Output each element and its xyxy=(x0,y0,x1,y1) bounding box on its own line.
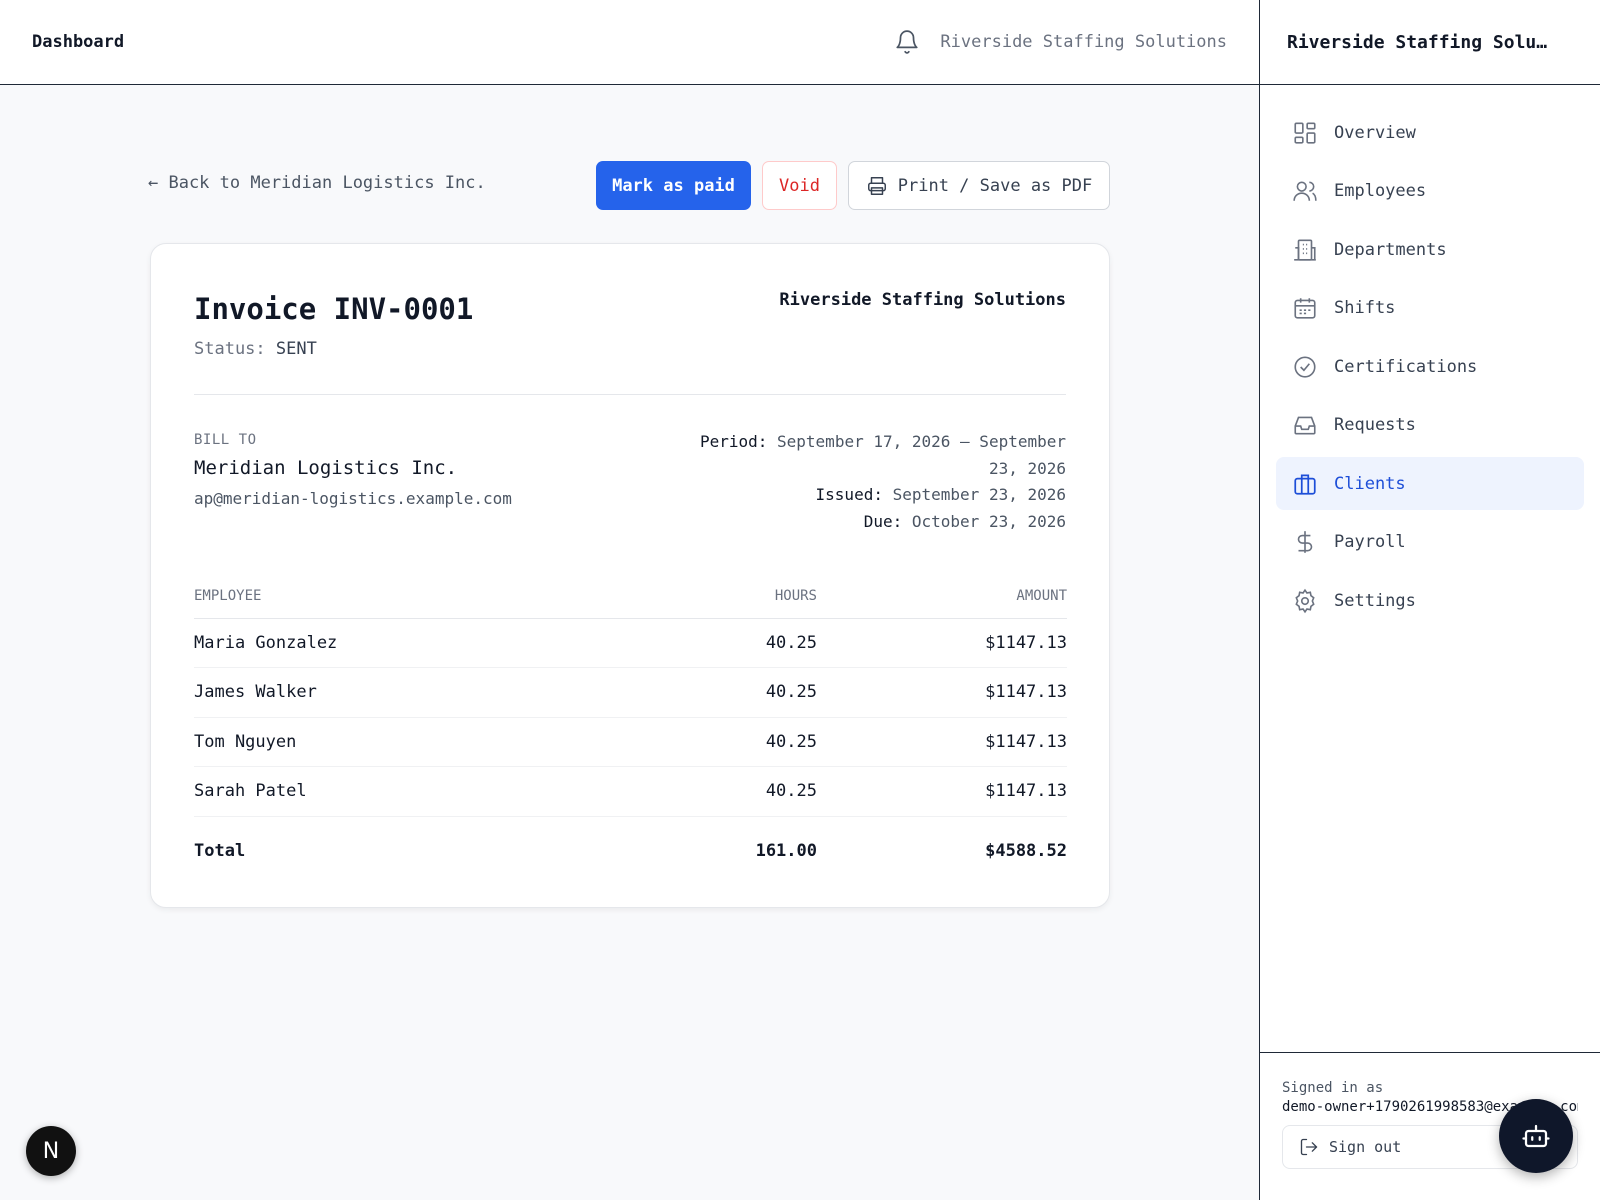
column-header-amount: AMOUNT xyxy=(817,574,1067,619)
total-label: Total xyxy=(194,841,246,862)
assistant-button[interactable] xyxy=(1499,1099,1573,1173)
sidebar-item-requests[interactable]: Requests xyxy=(1276,399,1584,452)
sidebar-item-label: Overview xyxy=(1334,122,1416,143)
sidebar-item-clients[interactable]: Clients xyxy=(1276,457,1584,510)
calendar-icon xyxy=(1292,295,1318,321)
table-header: EMPLOYEE HOURS AMOUNT xyxy=(194,574,1067,619)
total-row: Total 161.00 $4588.52 xyxy=(194,816,1067,886)
sidebar-item-certifications[interactable]: Certifications xyxy=(1276,340,1584,393)
sign-out-icon xyxy=(1300,1138,1318,1156)
page-title: Dashboard xyxy=(32,32,125,52)
due-line: Due: October 23, 2026 xyxy=(666,509,1066,536)
dev-tools-badge[interactable]: N xyxy=(26,1126,76,1176)
sidebar-item-employees[interactable]: Employees xyxy=(1276,165,1584,218)
period-line: Period: September 17, 2026 – September 2… xyxy=(666,429,1066,482)
gear-icon xyxy=(1292,588,1318,614)
robot-icon xyxy=(1522,1124,1550,1148)
row-hours: 40.25 xyxy=(674,717,817,767)
sidebar-item-label: Shifts xyxy=(1334,298,1396,318)
void-button[interactable]: Void xyxy=(762,161,837,210)
sidebar-item-label: Payroll xyxy=(1334,532,1406,552)
invoice-title: Invoice INV-0001 xyxy=(194,292,474,326)
status-label: Status: xyxy=(194,339,266,359)
sidebar-item-label: Settings xyxy=(1334,590,1416,611)
check-circle-icon xyxy=(1292,354,1318,380)
row-hours: 40.25 xyxy=(674,667,817,718)
mark-as-paid-button[interactable]: Mark as paid xyxy=(596,161,751,210)
briefcase-icon xyxy=(1292,471,1318,497)
sidebar-item-label: Employees xyxy=(1334,181,1427,201)
table-row: Maria Gonzalez 40.25 $1147.13 xyxy=(194,618,1067,668)
bill-to-email: ap@meridian-logistics.example.com xyxy=(194,489,512,508)
invoice-from: Riverside Staffing Solutions xyxy=(779,290,1066,310)
row-amount: $1147.13 xyxy=(817,667,1067,718)
column-header-employee: EMPLOYEE xyxy=(194,574,674,619)
invoice-dates: Period: September 17, 2026 – September 2… xyxy=(666,429,1066,535)
printer-icon xyxy=(867,176,886,195)
org-name: Riverside Staffing Solutions xyxy=(940,32,1227,52)
sidebar-item-settings[interactable]: Settings xyxy=(1276,574,1584,627)
bell-icon[interactable] xyxy=(894,29,920,55)
top-bar-right: Riverside Staffing Solutions xyxy=(894,29,1227,55)
sidebar: Riverside Staffing Solu… Overview Employ… xyxy=(1259,0,1600,1200)
sidebar-item-overview[interactable]: Overview xyxy=(1276,106,1584,159)
inbox-icon xyxy=(1292,412,1318,438)
table-row: James Walker 40.25 $1147.13 xyxy=(194,667,1067,718)
divider xyxy=(194,394,1066,395)
sidebar-item-label: Clients xyxy=(1334,473,1406,494)
issued-line: Issued: September 23, 2026 xyxy=(666,482,1066,509)
users-icon xyxy=(1292,178,1318,204)
invoice-card: Invoice INV-0001 Status: SENT Riverside … xyxy=(150,243,1110,908)
sidebar-item-label: Requests xyxy=(1334,415,1416,435)
total-hours: 161.00 xyxy=(755,841,817,862)
sidebar-item-label: Certifications xyxy=(1334,356,1478,377)
column-header-hours: HOURS xyxy=(674,574,817,619)
row-employee: Sarah Patel xyxy=(194,766,674,817)
dollar-icon xyxy=(1292,529,1318,555)
row-amount: $1147.13 xyxy=(817,717,1067,767)
sidebar-item-label: Departments xyxy=(1334,239,1447,260)
due-value: October 23, 2026 xyxy=(911,511,1066,531)
grid-icon xyxy=(1292,120,1318,146)
period-label: Period: xyxy=(699,432,768,451)
sidebar-item-shifts[interactable]: Shifts xyxy=(1276,282,1584,335)
issued-value: September 23, 2026 xyxy=(892,485,1066,504)
table-row: Sarah Patel 40.25 $1147.13 xyxy=(194,766,1067,817)
due-label: Due: xyxy=(863,511,903,531)
invoice-table: EMPLOYEE HOURS AMOUNT Maria Gonzalez 40.… xyxy=(194,574,1067,886)
print-button[interactable]: Print / Save as PDF xyxy=(848,161,1110,210)
row-hours: 40.25 xyxy=(674,766,817,817)
top-bar: Dashboard Riverside Staffing Solutions xyxy=(0,0,1259,85)
sidebar-item-payroll[interactable]: Payroll xyxy=(1276,516,1584,569)
status-badge: SENT xyxy=(275,339,317,359)
period-value: September 17, 2026 – September 23, 2026 xyxy=(777,432,1066,478)
row-employee: Maria Gonzalez xyxy=(194,618,674,668)
sidebar-brand: Riverside Staffing Solu… xyxy=(1260,0,1600,85)
sign-out-label: Sign out xyxy=(1329,1138,1402,1156)
row-amount: $1147.13 xyxy=(817,618,1067,668)
invoice-status: Status: SENT xyxy=(194,339,317,359)
sidebar-nav: Overview Employees Departments Shifts Ce… xyxy=(1260,85,1600,627)
signed-in-label: Signed in as xyxy=(1282,1080,1384,1096)
back-link[interactable]: ← Back to Meridian Logistics Inc. xyxy=(148,173,486,193)
bill-to-label: BILL TO xyxy=(194,432,257,448)
sidebar-item-departments[interactable]: Departments xyxy=(1276,223,1584,276)
print-label: Print / Save as PDF xyxy=(897,175,1093,196)
row-amount: $1147.13 xyxy=(817,766,1067,817)
building-icon xyxy=(1292,237,1318,263)
total-amount: $4588.52 xyxy=(985,841,1067,862)
row-hours: 40.25 xyxy=(674,618,817,668)
row-employee: Tom Nguyen xyxy=(194,717,674,767)
table-row: Tom Nguyen 40.25 $1147.13 xyxy=(194,717,1067,767)
issued-label: Issued: xyxy=(815,485,883,504)
bill-to-name: Meridian Logistics Inc. xyxy=(194,457,458,479)
row-employee: James Walker xyxy=(194,667,674,718)
